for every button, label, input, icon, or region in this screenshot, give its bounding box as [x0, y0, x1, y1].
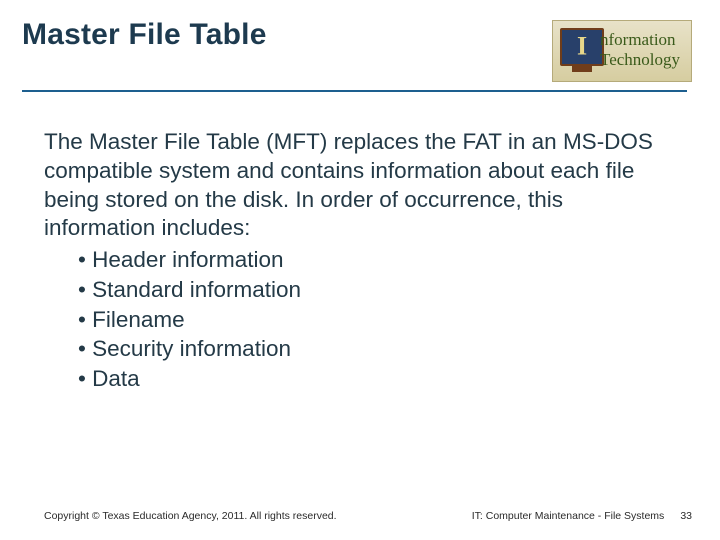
- course-label: IT: Computer Maintenance - File Systems: [472, 510, 665, 522]
- monitor-icon: [560, 28, 604, 66]
- list-item: Data: [78, 364, 676, 394]
- logo-text-line2: Technology: [600, 50, 680, 70]
- slide-title: Master File Table: [22, 18, 267, 52]
- slide-body: The Master File Table (MFT) replaces the…: [0, 92, 720, 394]
- logo-text-line1: nformation: [600, 30, 676, 50]
- page-number: 33: [680, 510, 692, 522]
- list-item: Header information: [78, 245, 676, 275]
- list-item: Filename: [78, 305, 676, 335]
- list-item: Security information: [78, 334, 676, 364]
- bullet-list: Header information Standard information …: [44, 243, 676, 393]
- copyright-text: Copyright © Texas Education Agency, 2011…: [44, 510, 337, 522]
- logo-image: nformation Technology: [552, 20, 692, 82]
- monitor-base-icon: [572, 66, 592, 72]
- intro-paragraph: The Master File Table (MFT) replaces the…: [44, 128, 676, 243]
- list-item: Standard information: [78, 275, 676, 305]
- slide-footer: Copyright © Texas Education Agency, 2011…: [0, 510, 720, 522]
